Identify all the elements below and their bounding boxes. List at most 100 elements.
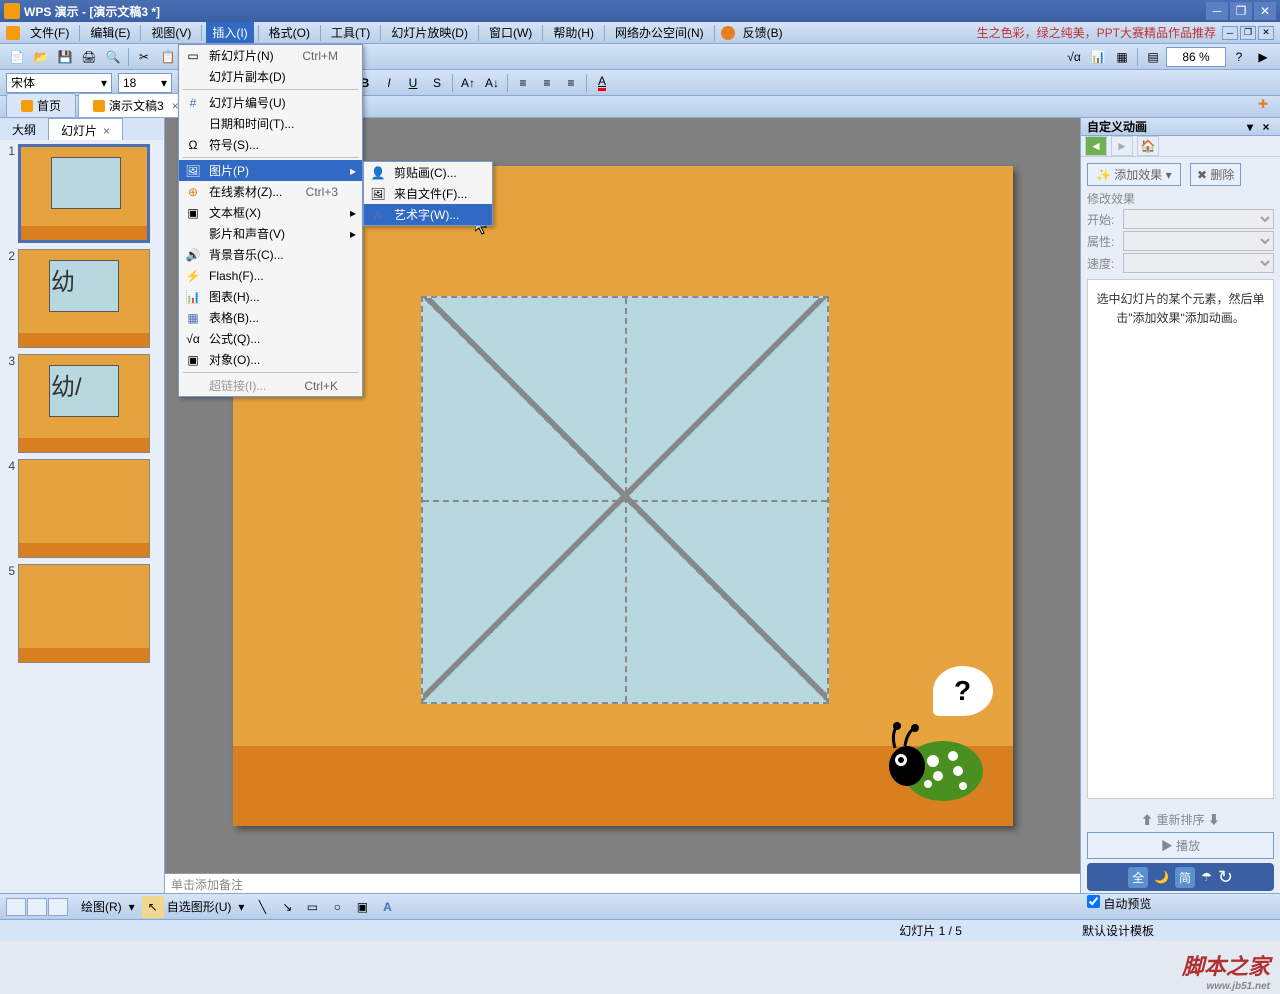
menuitem-hyperlink[interactable]: 超链接(I)...Ctrl+K — [179, 375, 362, 396]
menu-tools[interactable]: 工具(T) — [325, 22, 376, 43]
promo-text[interactable]: 生之色彩，绿之纯美，PPT大赛精品作品推荐 — [977, 24, 1216, 41]
menu-online[interactable]: 网络办公空间(N) — [609, 22, 710, 43]
print-button[interactable]: 🖨 — [78, 46, 100, 68]
zoom-select[interactable]: 86 % — [1166, 47, 1226, 67]
preview-button[interactable]: 🔍 — [102, 46, 124, 68]
select-tool[interactable]: ↖ — [142, 896, 164, 918]
formula-icon[interactable]: √α — [1063, 46, 1085, 68]
back-button[interactable]: ◄ — [1085, 136, 1107, 156]
normal-view-button[interactable] — [6, 898, 26, 916]
menu-help[interactable]: 帮助(H) — [547, 22, 600, 43]
thumbnail[interactable]: 3幼/ — [4, 354, 160, 453]
menuitem-symbol[interactable]: Ω符号(S)... — [179, 134, 362, 155]
panel-dropdown-icon[interactable]: ▾ — [1242, 120, 1258, 134]
menuitem-media[interactable]: 影片和声音(V)▸ — [179, 223, 362, 244]
thumbnail[interactable]: 5 — [4, 564, 160, 663]
help-icon[interactable]: ? — [1228, 46, 1250, 68]
cut-button[interactable]: ✂ — [133, 46, 155, 68]
menuitem-table[interactable]: ▦表格(B)... — [179, 307, 362, 328]
doc-restore[interactable]: ❐ — [1240, 26, 1256, 40]
thumbnail-list[interactable]: 1 2幼 3幼/ 4 5 — [0, 140, 164, 893]
menuitem-slide-number[interactable]: #幻灯片编号(U) — [179, 92, 362, 113]
align-right-button[interactable]: ≡ — [560, 72, 582, 94]
home-button[interactable]: 🏠 — [1137, 136, 1159, 156]
menuitem-clipart[interactable]: 👤剪贴画(C)... — [364, 162, 492, 183]
close-button[interactable]: ✕ — [1254, 2, 1276, 20]
open-button[interactable]: 📂 — [30, 46, 52, 68]
menuitem-new-slide[interactable]: ▭新幻灯片(N)Ctrl+M — [179, 45, 362, 66]
chart-icon[interactable]: 📊 — [1087, 46, 1109, 68]
tab-home[interactable]: 首页 — [6, 93, 76, 117]
minimize-button[interactable]: ─ — [1206, 2, 1228, 20]
thumbnail[interactable]: 1 — [4, 144, 160, 243]
menu-feedback[interactable]: 反馈(B) — [737, 22, 789, 43]
autoprev-checkbox[interactable] — [1087, 895, 1100, 908]
speed-select[interactable] — [1123, 253, 1274, 273]
menuitem-fromfile[interactable]: 🖼来自文件(F)... — [364, 183, 492, 204]
shadow-button[interactable]: S — [426, 72, 448, 94]
line-tool[interactable]: ╲ — [251, 896, 273, 918]
align-left-button[interactable]: ≡ — [512, 72, 534, 94]
align-center-button[interactable]: ≡ — [536, 72, 558, 94]
menuitem-duplicate-slide[interactable]: 幻灯片副本(D) — [179, 66, 362, 87]
notes-input[interactable]: 单击添加备注 — [165, 873, 1080, 893]
menuitem-datetime[interactable]: 日期和时间(T)... — [179, 113, 362, 134]
doc-close[interactable]: ✕ — [1258, 26, 1274, 40]
delete-effect-button[interactable]: ✖ 删除 — [1190, 163, 1241, 186]
autoshape-menu[interactable]: 自选图形(U) — [167, 898, 232, 915]
slides-tab[interactable]: 幻灯片× — [48, 118, 123, 140]
menu-window[interactable]: 窗口(W) — [483, 22, 538, 43]
show-button[interactable]: ▶ — [1252, 46, 1274, 68]
menuitem-bgmusic[interactable]: 🔊背景音乐(C)... — [179, 244, 362, 265]
arrow-tool[interactable]: ↘ — [276, 896, 298, 918]
add-effect-button[interactable]: ✨ 添加效果 ▾ — [1087, 163, 1181, 186]
menuitem-online[interactable]: ⊕在线素材(Z)...Ctrl+3 — [179, 181, 362, 202]
menu-file[interactable]: 文件(F) — [24, 22, 75, 43]
slideshow-view-button[interactable] — [48, 898, 68, 916]
outline-tab[interactable]: 大纲 — [0, 118, 48, 140]
maximize-button[interactable]: ❐ — [1230, 2, 1252, 20]
textbox-tool[interactable]: ▣ — [351, 896, 373, 918]
oval-tool[interactable]: ○ — [326, 896, 348, 918]
placeholder-box[interactable] — [421, 296, 829, 704]
start-select[interactable] — [1123, 209, 1274, 229]
thumbnail[interactable]: 4 — [4, 459, 160, 558]
menuitem-chart[interactable]: 📊图表(H)... — [179, 286, 362, 307]
panel-close-icon[interactable]: × — [103, 124, 110, 138]
fontsize-select[interactable]: 18▾ — [118, 73, 172, 93]
property-select[interactable] — [1123, 231, 1274, 251]
sorter-view-button[interactable] — [27, 898, 47, 916]
increase-font-button[interactable]: A↑ — [457, 72, 479, 94]
menu-slideshow[interactable]: 幻灯片放映(D) — [385, 22, 474, 43]
tab-document[interactable]: 演示文稿3× — [78, 93, 194, 117]
forward-button[interactable]: ► — [1111, 136, 1133, 156]
menuitem-object[interactable]: ▣对象(O)... — [179, 349, 362, 370]
draw-menu[interactable]: 绘图(R) — [81, 898, 122, 915]
decrease-font-button[interactable]: A↓ — [481, 72, 503, 94]
tab-add-button[interactable]: ✚ — [1252, 93, 1274, 115]
copy-button[interactable]: 📋 — [157, 46, 179, 68]
new-button[interactable]: 📄 — [6, 46, 28, 68]
menu-edit[interactable]: 编辑(E) — [84, 22, 136, 43]
menuitem-flash[interactable]: ⚡Flash(F)... — [179, 265, 362, 286]
grid-icon[interactable]: ▤ — [1142, 46, 1164, 68]
wordart-tool[interactable]: A — [376, 896, 398, 918]
menu-view[interactable]: 视图(V) — [145, 22, 197, 43]
menuitem-wordart[interactable]: A艺术字(W)... — [364, 204, 492, 225]
table-icon[interactable]: ▦ — [1111, 46, 1133, 68]
menuitem-formula[interactable]: √α公式(Q)... — [179, 328, 362, 349]
thumbnail[interactable]: 2幼 — [4, 249, 160, 348]
italic-button[interactable]: I — [378, 72, 400, 94]
menu-format[interactable]: 格式(O) — [263, 22, 316, 43]
underline-button[interactable]: U — [402, 72, 424, 94]
menu-insert[interactable]: 插入(I) — [206, 22, 253, 43]
doc-minimize[interactable]: ─ — [1222, 26, 1238, 40]
rect-tool[interactable]: ▭ — [301, 896, 323, 918]
font-select[interactable]: 宋体▾ — [6, 73, 112, 93]
menuitem-textbox[interactable]: ▣文本框(X)▸ — [179, 202, 362, 223]
menuitem-picture[interactable]: 🖼图片(P)▸ — [179, 160, 362, 181]
save-button[interactable]: 💾 — [54, 46, 76, 68]
fontcolor-button[interactable]: A — [591, 72, 613, 94]
play-button[interactable]: ▶ 播放 — [1087, 832, 1274, 859]
brand-badge[interactable]: 全 🌙 简 ☂ ↻ — [1087, 863, 1274, 891]
